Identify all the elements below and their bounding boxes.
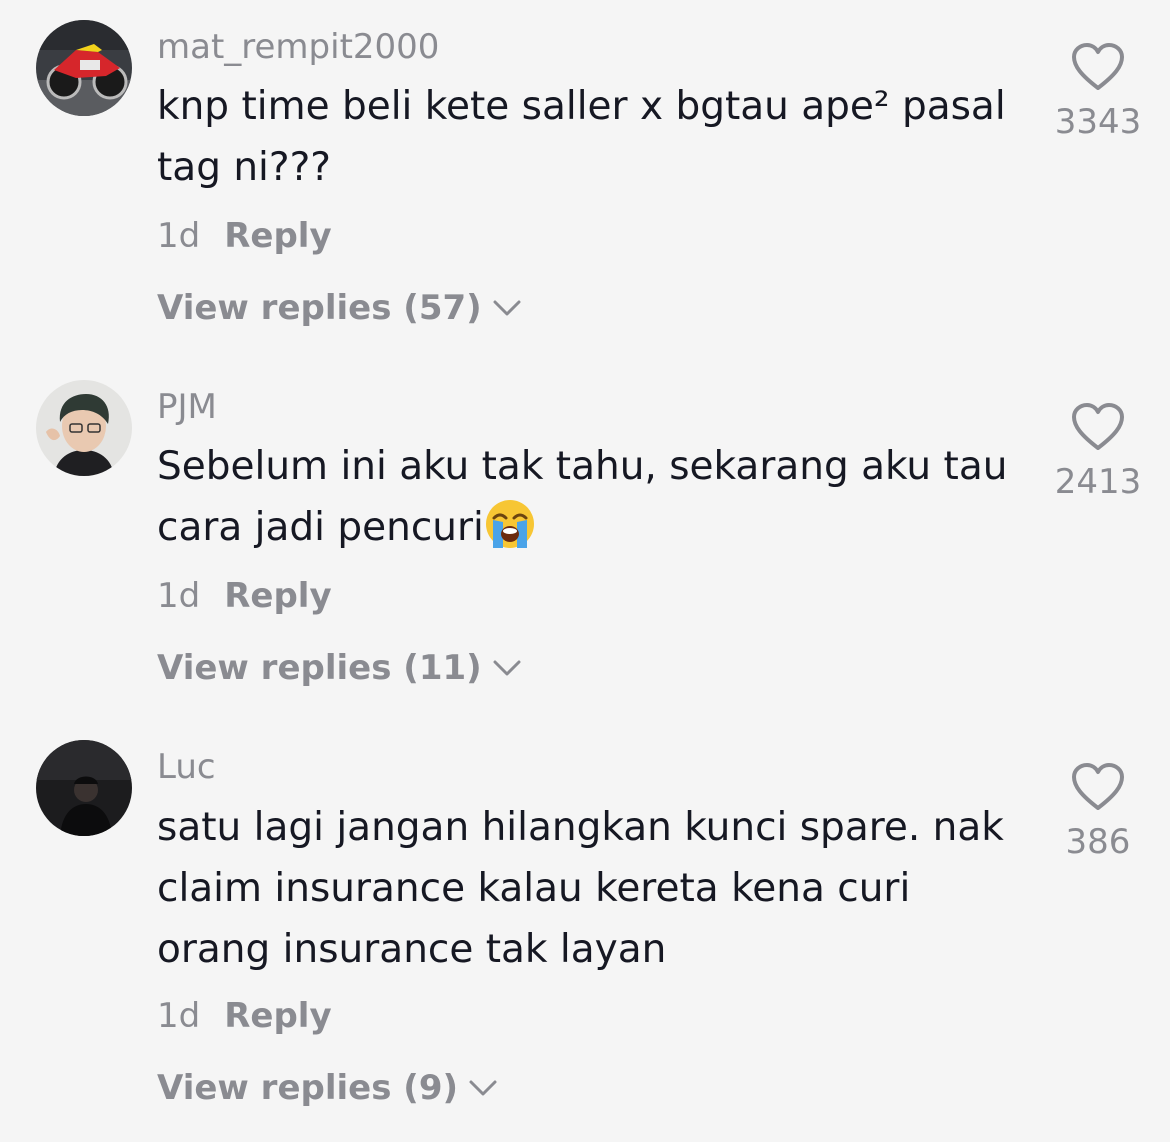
reply-button[interactable]: Reply [224,996,331,1036]
like-button[interactable]: 3343 [1040,42,1156,142]
dark-silhouette-avatar-image [36,740,132,836]
view-replies-button[interactable]: View replies (9) [157,1068,498,1108]
person-avatar-image [36,380,132,476]
heart-outline-icon [1040,42,1156,96]
comment-meta: 1d Reply [157,576,332,616]
motorcycle-avatar-image [36,20,132,116]
chevron-down-icon [468,1078,498,1098]
view-replies-button[interactable]: View replies (57) [157,288,522,328]
avatar[interactable] [36,20,132,116]
comment-text: satu lagi jangan hilangkan kunci spare. … [157,797,1017,980]
view-replies-label: View replies (11) [157,648,482,688]
loudly-crying-face-emoji [484,498,536,550]
chevron-down-icon [492,658,522,678]
comment-meta: 1d Reply [157,216,332,256]
view-replies-label: View replies (57) [157,288,482,328]
like-count: 386 [1065,822,1131,862]
view-replies-button[interactable]: View replies (11) [157,648,522,688]
like-button[interactable]: 386 [1040,762,1156,862]
view-replies-label: View replies (9) [157,1068,459,1108]
reply-button[interactable]: Reply [224,216,331,256]
comment-text: knp time beli kete saller x bgtau ape² p… [157,76,1017,198]
avatar[interactable] [36,380,132,476]
like-button[interactable]: 2413 [1040,402,1156,502]
avatar[interactable] [36,740,132,836]
like-count: 3343 [1054,102,1142,142]
heart-outline-icon [1040,762,1156,816]
comment-time: 1d [157,576,201,616]
comment-text: Sebelum ini aku tak tahu, sekarang aku t… [157,436,1017,558]
comment-meta: 1d Reply [157,996,332,1036]
comment-username[interactable]: PJM [157,387,217,427]
reply-button[interactable]: Reply [224,576,331,616]
comment-text-content: knp time beli kete saller x bgtau ape² p… [157,84,1006,190]
chevron-down-icon [492,298,522,318]
comment-username[interactable]: mat_rempit2000 [157,27,439,67]
comment-time: 1d [157,216,201,256]
comment-text-content: Sebelum ini aku tak tahu, sekarang aku t… [157,444,1008,550]
comment-text-content: satu lagi jangan hilangkan kunci spare. … [157,805,1004,972]
comment-time: 1d [157,996,201,1036]
comment-username[interactable]: Luc [157,747,216,787]
like-count: 2413 [1054,462,1142,502]
heart-outline-icon [1040,402,1156,456]
